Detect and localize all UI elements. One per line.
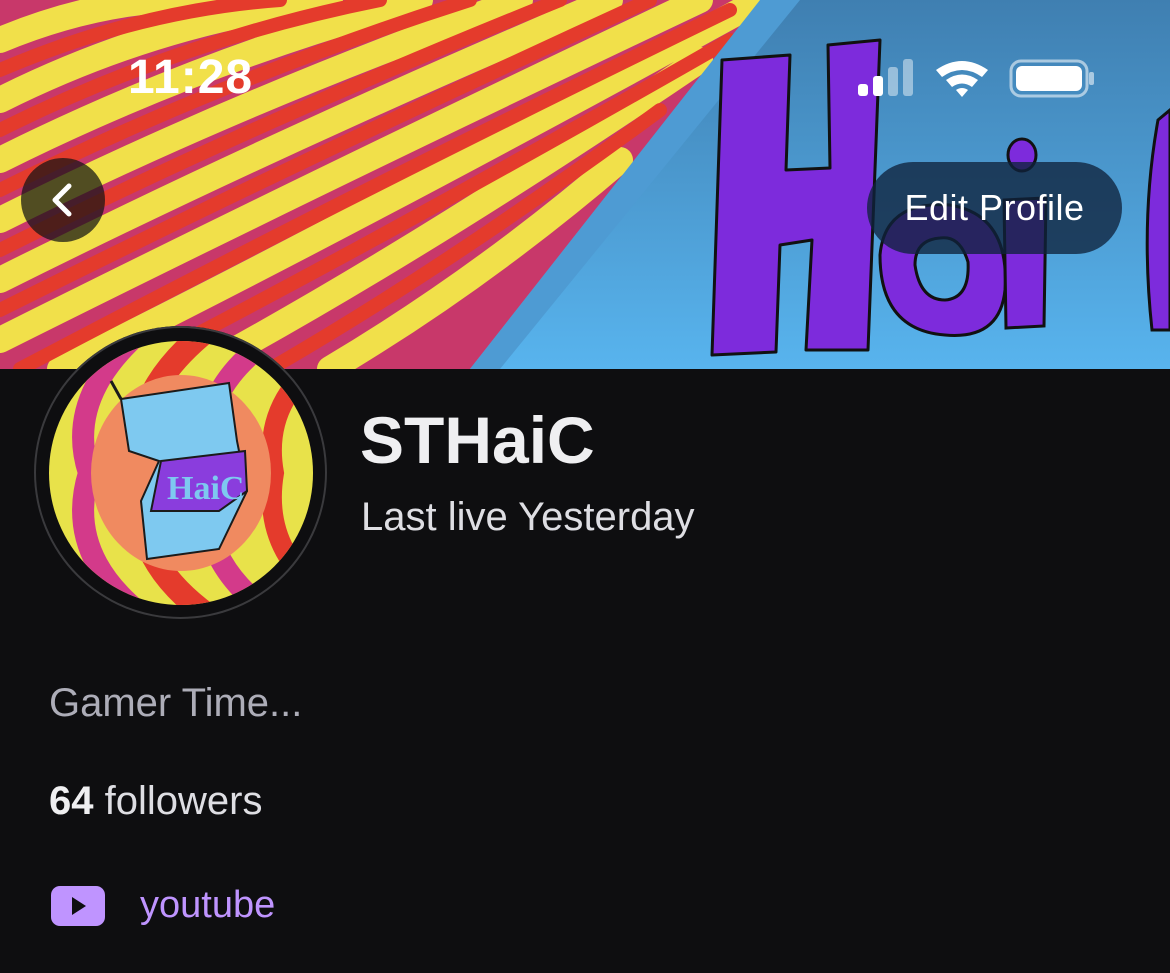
youtube-icon[interactable] bbox=[51, 886, 105, 926]
last-live-status: Last live Yesterday bbox=[361, 495, 695, 539]
status-icons bbox=[856, 58, 1096, 98]
avatar[interactable]: HaiC bbox=[34, 326, 327, 619]
battery-icon bbox=[1009, 59, 1094, 98]
display-name: STHaiC bbox=[360, 403, 595, 477]
followers-number: 64 bbox=[49, 779, 94, 823]
avatar-image: HaiC bbox=[48, 340, 313, 605]
followers-label: followers bbox=[93, 779, 263, 823]
chevron-left-icon bbox=[52, 183, 72, 217]
wifi-icon bbox=[936, 61, 988, 97]
back-button[interactable] bbox=[21, 158, 105, 242]
social-link-youtube[interactable]: youtube bbox=[140, 884, 275, 927]
cellular-signal-icon bbox=[858, 59, 913, 96]
profile-bio: Gamer Time... bbox=[49, 681, 303, 725]
status-time: 11:28 bbox=[128, 51, 254, 104]
svg-text:HaiC: HaiC bbox=[167, 470, 244, 507]
edit-profile-button[interactable]: Edit Profile bbox=[867, 162, 1122, 254]
followers-count[interactable]: 64 followers bbox=[49, 779, 262, 824]
